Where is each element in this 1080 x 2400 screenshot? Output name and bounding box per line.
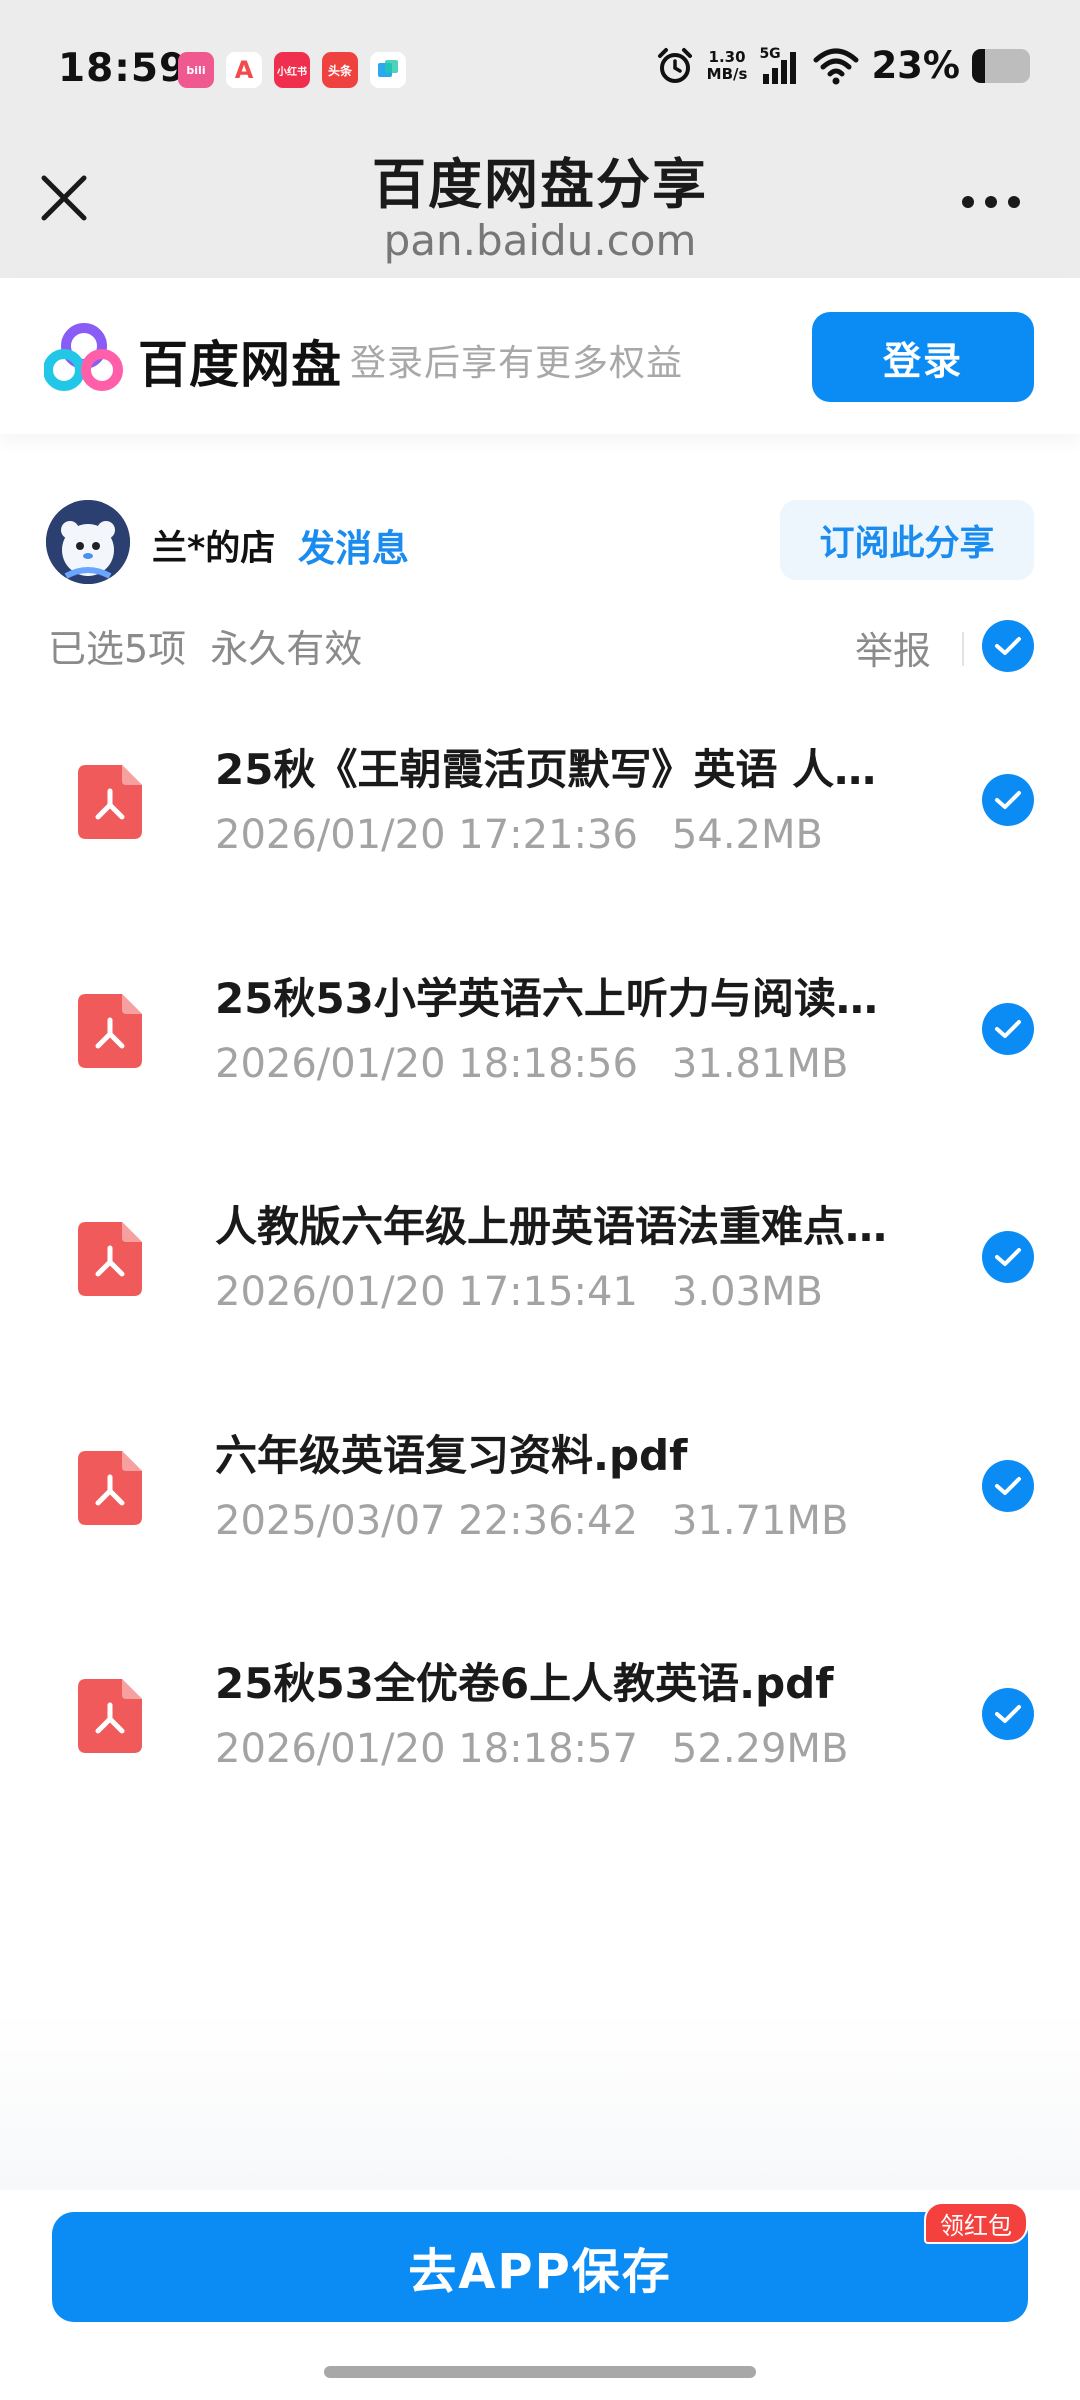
file-checkbox[interactable] — [982, 1688, 1034, 1740]
file-size: 3.03MB — [671, 1269, 823, 1315]
file-meta: 2026/01/20 18:18:56 31.81MB — [215, 1041, 848, 1087]
login-button[interactable]: 登录 — [812, 312, 1034, 402]
file-checkbox[interactable] — [982, 1460, 1034, 1512]
subscribe-share-button[interactable]: 订阅此分享 — [780, 500, 1034, 580]
xiaohongshu-icon: 小红书 — [274, 52, 310, 88]
file-checkbox[interactable] — [982, 774, 1034, 826]
home-indicator[interactable] — [324, 2366, 756, 2378]
file-name: 六年级英语复习资料.pdf — [215, 1431, 688, 1480]
battery-icon — [972, 48, 1030, 83]
red-packet-badge[interactable]: 领红包 — [924, 2202, 1028, 2244]
validity-label: 永久有效 — [210, 627, 363, 671]
app-square-icon — [370, 52, 406, 88]
brand-name: 百度网盘 — [138, 336, 342, 394]
share-meta: 已选5项 永久有效 — [48, 618, 362, 673]
file-name: 25秋53全优卷6上人教英语.pdf — [215, 1659, 834, 1708]
brand-slogan: 登录后享有更多权益 — [350, 343, 684, 384]
baidu-netdisk-logo-icon — [44, 323, 123, 391]
bottom-fade — [0, 2010, 1080, 2190]
file-meta: 2026/01/20 17:15:41 3.03MB — [215, 1269, 823, 1315]
bilibili-icon: bili — [178, 52, 214, 88]
wifi-icon — [813, 48, 859, 84]
pdf-file-icon — [78, 1679, 142, 1753]
file-row[interactable]: 人教版六年级上册英语语法重难点… 2026/01/20 17:15:41 3.03… — [0, 1157, 1080, 1385]
send-message-link[interactable]: 发消息 — [298, 518, 409, 572]
pdf-file-icon — [78, 994, 142, 1068]
file-row[interactable]: 六年级英语复习资料.pdf 2025/03/07 22:36:42 31.71MB — [0, 1386, 1080, 1614]
file-checkbox[interactable] — [982, 1231, 1034, 1283]
file-row[interactable]: 25秋《王朝霞活页默写》英语 人… 2026/01/20 17:21:36 54.… — [0, 700, 1080, 928]
file-name: 25秋《王朝霞活页默写》英语 人… — [215, 745, 877, 794]
signal-icon: 5G — [759, 46, 801, 86]
pdf-file-icon — [78, 1222, 142, 1296]
file-date: 2026/01/20 17:21:36 — [215, 812, 638, 858]
battery-percent: 23% — [871, 44, 960, 87]
file-checkbox[interactable] — [982, 1003, 1034, 1055]
owner-name: 兰*的店 — [152, 529, 276, 569]
file-date: 2026/01/20 18:18:57 — [215, 1726, 638, 1772]
file-name: 25秋53小学英语六上听力与阅读… — [215, 974, 878, 1023]
notification-app-icons: bili A 小红书 头条 — [178, 52, 406, 88]
file-meta: 2026/01/20 17:21:36 54.2MB — [215, 812, 823, 858]
app-a-icon: A — [226, 52, 262, 88]
file-date: 2025/03/07 22:36:42 — [215, 1498, 638, 1544]
selected-count: 已选5项 — [48, 627, 187, 671]
avatar[interactable] — [46, 500, 130, 584]
page-title: 百度网盘分享 — [372, 153, 708, 216]
status-right: 1.30 MB/s 5G 23% — [655, 44, 1030, 87]
file-size: 31.81MB — [671, 1041, 849, 1087]
net-speed: 1.30 MB/s — [706, 47, 748, 83]
page-url: pan.baidu.com — [383, 216, 697, 265]
save-to-app-button[interactable]: 去APP保存 — [52, 2212, 1028, 2322]
toutiao-icon: 头条 — [322, 52, 358, 88]
alarm-icon — [657, 47, 692, 83]
pdf-file-icon — [78, 765, 142, 839]
file-row[interactable]: 25秋53小学英语六上听力与阅读… 2026/01/20 18:18:56 31.… — [0, 929, 1080, 1157]
file-meta: 2025/03/07 22:36:42 31.71MB — [215, 1498, 848, 1544]
more-options-icon[interactable] — [956, 182, 1026, 222]
select-all-checkbox[interactable] — [982, 620, 1034, 672]
file-name: 人教版六年级上册英语语法重难点… — [215, 1202, 888, 1251]
file-size: 52.29MB — [671, 1726, 849, 1772]
file-size: 54.2MB — [671, 812, 823, 858]
file-meta: 2026/01/20 18:18:57 52.29MB — [215, 1726, 848, 1772]
report-link[interactable]: 举报 — [855, 620, 931, 675]
file-date: 2026/01/20 18:18:56 — [215, 1041, 638, 1087]
file-row[interactable]: 25秋53全优卷6上人教英语.pdf 2026/01/20 18:18:57 52… — [0, 1614, 1080, 1842]
file-date: 2026/01/20 17:15:41 — [215, 1269, 638, 1315]
file-size: 31.71MB — [671, 1498, 849, 1544]
divider — [962, 632, 964, 666]
status-time: 18:59 — [58, 46, 188, 91]
pdf-file-icon — [78, 1451, 142, 1525]
